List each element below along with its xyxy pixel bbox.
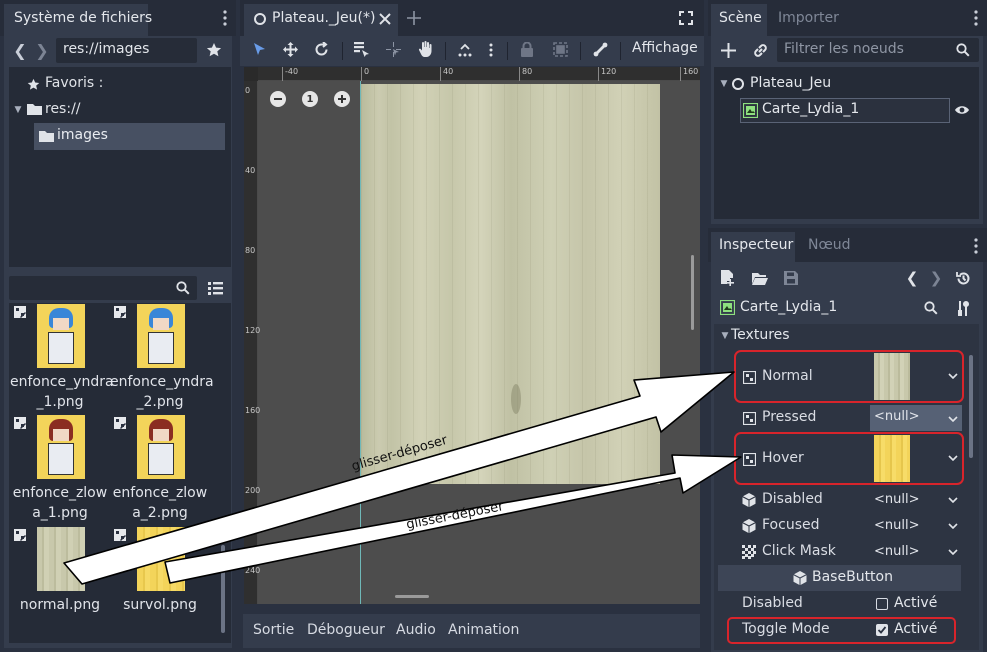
drag-drop-arrows — [63, 371, 742, 585]
drag-arrow-1 — [63, 371, 735, 585]
